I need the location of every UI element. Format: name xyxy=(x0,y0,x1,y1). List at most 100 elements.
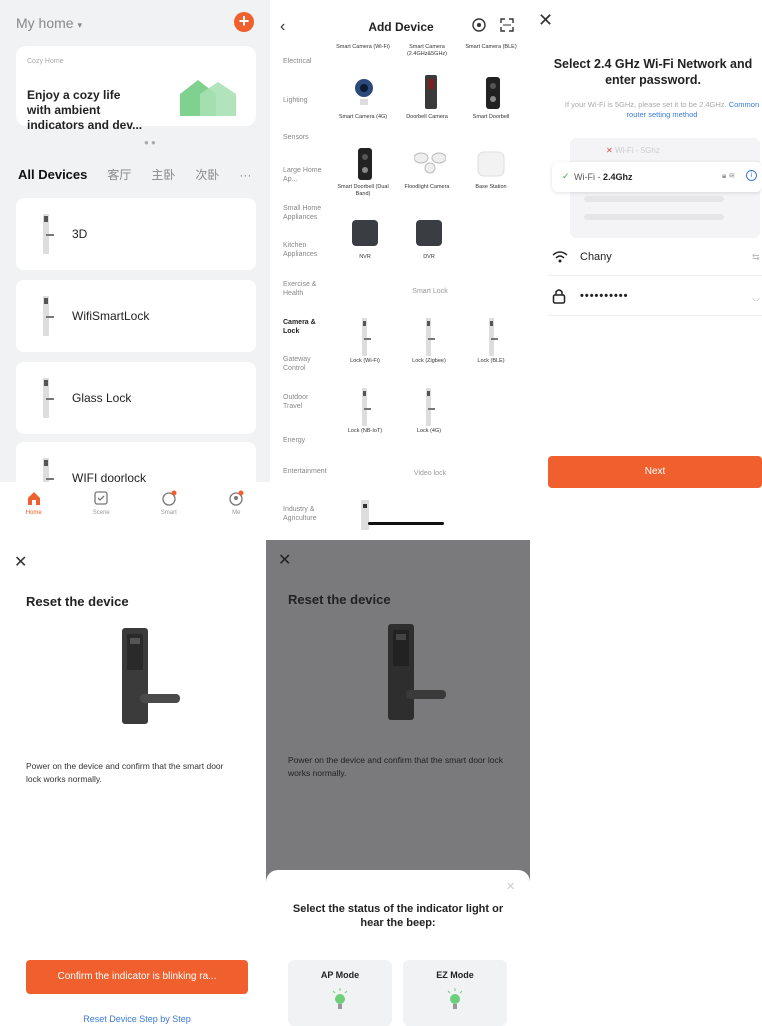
wifi-icon xyxy=(552,251,568,263)
device-card[interactable]: WifiSmartLock xyxy=(16,280,256,352)
category-camera-lock[interactable]: Camera & Lock xyxy=(283,318,329,336)
tab-me-label: Me xyxy=(232,510,241,516)
device-card[interactable]: 3D xyxy=(16,198,256,270)
tab-master-bedroom[interactable]: 主卧 xyxy=(151,166,175,183)
category-kitchen-appliances[interactable]: Kitchen Appliances xyxy=(283,241,329,259)
device-smart-camera-4g[interactable]: Smart Camera (4G) xyxy=(336,114,390,121)
ap-mode-label: AP Mode xyxy=(320,970,360,980)
confirm-indicator-button[interactable]: Confirm the indicator is blinking ra... xyxy=(26,960,248,994)
page-title: Reset the device xyxy=(288,592,391,607)
device-lock-nbiot[interactable]: Lock (NB-IoT) xyxy=(338,428,392,435)
more-tabs-button[interactable]: ··· xyxy=(239,168,251,182)
bottom-tab-bar: Home Scene Smart Me xyxy=(0,482,270,530)
smart-doorbell-icon xyxy=(486,77,500,109)
reset-description: Power on the device and confirm that the… xyxy=(26,761,224,784)
category-gateway-control[interactable]: Gateway Control xyxy=(283,355,329,373)
doorbell-dual-band-icon xyxy=(358,148,372,180)
close-icon[interactable]: ✕ xyxy=(278,550,291,570)
switch-network-icon[interactable]: ⇆ xyxy=(752,252,760,263)
device-lock-wifi[interactable]: Lock (Wi-Fi) xyxy=(338,358,392,365)
category-exercise-health[interactable]: Exercise & Health xyxy=(283,280,329,298)
device-smart-camera-ble[interactable]: Smart Camera (BLE) xyxy=(464,44,518,51)
lock-wifi-signal-icon: 🔒︎ ≋ xyxy=(722,171,736,180)
page-title: Select 2.4 GHz Wi-Fi Network and enter p… xyxy=(553,57,753,87)
password-field[interactable]: •••••••••• ◡ xyxy=(548,284,762,316)
lock-zigbee-icon xyxy=(426,318,435,356)
scan-qr-icon[interactable] xyxy=(472,18,486,32)
green-light-icon xyxy=(332,988,348,1009)
tab-scene[interactable]: Scene xyxy=(81,490,121,530)
device-name: Glass Lock xyxy=(72,391,132,405)
device-base-station[interactable]: Base Station xyxy=(464,184,518,191)
scan-icon[interactable] xyxy=(500,18,514,32)
lock-icon xyxy=(43,378,54,418)
ez-mode-option[interactable]: EZ Mode xyxy=(403,960,507,1026)
add-device-button[interactable]: + xyxy=(234,12,254,32)
close-sheet-icon[interactable]: ✕ xyxy=(506,880,515,893)
tab-smart[interactable]: Smart xyxy=(149,490,189,530)
eye-closed-icon[interactable]: ◡ xyxy=(752,292,760,303)
page-title: Add Device xyxy=(368,20,434,34)
category-industry-agriculture[interactable]: Industry & Agriculture xyxy=(283,505,329,523)
indicator-bottom-sheet: ✕ Select the status of the indicator lig… xyxy=(266,870,530,1026)
cross-icon: ✕ xyxy=(606,146,613,155)
category-entertainment[interactable]: Entertainment xyxy=(283,467,329,476)
tab-me[interactable]: Me xyxy=(216,490,256,530)
device-smart-doorbell-dual[interactable]: Smart Doorbell (Dual Band) xyxy=(336,184,390,198)
tab-home-label: Home xyxy=(25,510,42,516)
category-small-home-appliances[interactable]: Small Home Appliances xyxy=(283,204,329,222)
indicator-description: Power on the device and confirm that the… xyxy=(288,755,503,778)
device-smart-doorbell[interactable]: Smart Doorbell xyxy=(464,114,518,121)
wifi-5ghz-row: ✕ Wi-Fi - 5Ghz xyxy=(570,146,760,155)
tab-smart-label: Smart xyxy=(160,510,177,516)
device-dvr[interactable]: DVR xyxy=(402,254,456,261)
category-large-home-appliances[interactable]: Large Home Ap... xyxy=(283,166,329,184)
banner-text: Enjoy a cozy life with ambient indicator… xyxy=(27,88,143,132)
tab-all-devices[interactable]: All Devices xyxy=(18,167,87,182)
green-light-icon xyxy=(447,988,463,1009)
reset-step-by-step-link[interactable]: Reset Device Step by Step xyxy=(26,1014,248,1024)
lock-wifi-icon xyxy=(362,318,371,356)
ez-mode-label: EZ Mode xyxy=(436,970,474,980)
device-smart-camera-dual[interactable]: Smart Camera (2.4GHz&5GHz) xyxy=(400,44,454,58)
tab-living-room[interactable]: 客厅 xyxy=(107,166,131,183)
house-illustration-icon xyxy=(180,80,236,116)
ap-mode-option[interactable]: AP Mode xyxy=(288,960,392,1026)
info-icon[interactable]: i xyxy=(746,170,757,181)
ssid-field[interactable]: Chany ⇆ xyxy=(548,244,762,276)
category-energy[interactable]: Energy xyxy=(283,436,329,445)
device-floodlight-camera[interactable]: Floodlight Camera xyxy=(400,184,454,191)
wifi-24ghz-prefix: Wi-Fi - xyxy=(574,172,603,182)
promo-banner[interactable]: Cozy Home Enjoy a cozy life with ambient… xyxy=(16,46,256,147)
category-sensors[interactable]: Sensors xyxy=(283,133,329,142)
chevron-down-icon: ▾ xyxy=(77,20,82,30)
check-icon: ✓ xyxy=(562,171,570,181)
wifi-24ghz-band: 2.4Ghz xyxy=(603,172,633,182)
device-lock-4g[interactable]: Lock (4G) xyxy=(402,428,456,435)
home-selector[interactable]: My home ▾ xyxy=(16,15,82,31)
device-doorbell-camera[interactable]: Doorbell Camera xyxy=(400,114,454,121)
door-lock-illustration-icon xyxy=(122,628,180,724)
placeholder-row xyxy=(584,196,724,202)
section-video-lock: Video lock xyxy=(413,470,447,477)
next-button[interactable]: Next xyxy=(548,456,762,488)
category-electrical[interactable]: Electrical xyxy=(283,57,329,66)
wifi-setup-screen: ✕ Select 2.4 GHz Wi-Fi Network and enter… xyxy=(532,0,762,530)
home-title: My home xyxy=(16,15,74,31)
close-icon[interactable]: ✕ xyxy=(538,10,553,31)
wifi-5ghz-label: Wi-Fi - 5Ghz xyxy=(614,146,660,155)
reset-device-screen: ✕ Reset the device Power on the device a… xyxy=(0,540,266,1026)
home-icon xyxy=(27,492,40,505)
category-outdoor-travel[interactable]: Outdoor Travel xyxy=(283,393,329,411)
category-lighting[interactable]: Lighting xyxy=(283,96,329,105)
banner-tag: Cozy Home xyxy=(27,58,64,65)
device-lock-zigbee[interactable]: Lock (Zigbee) xyxy=(402,358,456,365)
device-nvr[interactable]: NVR xyxy=(338,254,392,261)
device-lock-ble[interactable]: Lock (BLE) xyxy=(464,358,518,365)
device-smart-camera-wifi[interactable]: Smart Camera (Wi-Fi) xyxy=(336,44,390,51)
device-card[interactable]: Glass Lock xyxy=(16,362,256,434)
tab-second-bedroom[interactable]: 次卧 xyxy=(195,166,219,183)
page-title: Reset the device xyxy=(26,594,129,609)
tab-home[interactable]: Home xyxy=(14,490,54,530)
close-icon[interactable]: ✕ xyxy=(14,552,27,572)
